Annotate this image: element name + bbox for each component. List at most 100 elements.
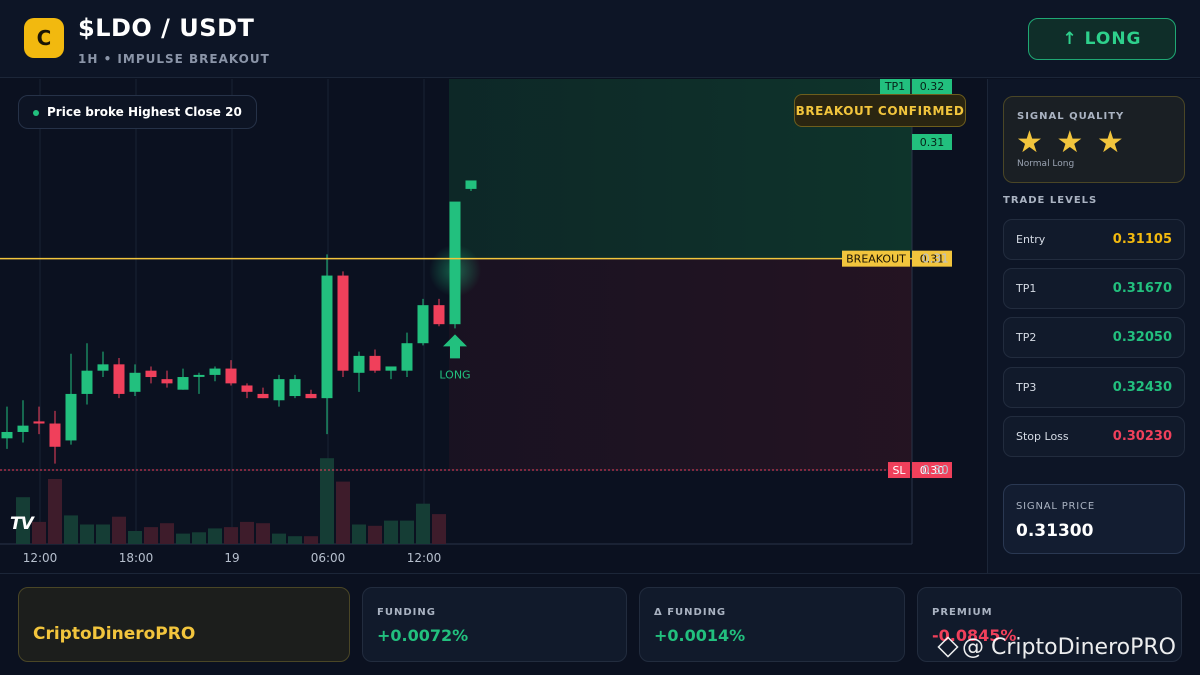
tp1-price-tag-text: 0.32 <box>920 80 945 93</box>
volume-bar <box>144 527 158 544</box>
candle-body <box>257 393 269 399</box>
current-price-tag-text: 0.31 <box>920 136 945 149</box>
signal-quality-title: SIGNAL QUALITY <box>1017 111 1125 122</box>
candle-body <box>177 377 189 390</box>
candle-body <box>1 431 13 439</box>
candle-body <box>65 393 77 441</box>
level-row-entry: Entry 0.31105 <box>1003 219 1185 260</box>
level-label: TP1 <box>1016 282 1037 295</box>
level-label: Entry <box>1016 233 1046 246</box>
candle-body <box>465 180 477 189</box>
signal-price-card: SIGNAL PRICE 0.31300 <box>1003 484 1185 554</box>
volume-bar <box>80 524 94 544</box>
trade-levels-title: TRADE LEVELS <box>1003 195 1098 206</box>
candle-body <box>113 364 125 394</box>
level-row-tp2: TP2 0.32050 <box>1003 317 1185 358</box>
chart-area[interactable]: LONG BREAKOUT 0.31 TP1 0.32 0.31 SL 0.30 0.31 0… <box>0 79 986 573</box>
funding-card: FUNDING +0.0072% <box>362 587 627 662</box>
volume-bar <box>176 533 190 544</box>
breakout-confirmed-badge: BREAKOUT CONFIRMED <box>794 94 966 127</box>
breakout-tag: BREAKOUT <box>842 250 910 267</box>
volume-bar <box>224 527 238 544</box>
stop-loss-zone <box>449 258 912 471</box>
candle-body <box>145 370 157 378</box>
candle-body <box>33 421 45 424</box>
signal-price-label: SIGNAL PRICE <box>1016 501 1095 512</box>
volume-bar <box>352 524 366 544</box>
candle-body <box>353 355 365 373</box>
sl-tag: SL <box>888 462 910 479</box>
candle-body <box>241 385 253 392</box>
volume-bar <box>336 481 350 544</box>
watermark-text: @ CriptoDineroPRO <box>962 635 1176 660</box>
candle-body <box>385 366 397 371</box>
long-signal-label: LONG <box>439 368 470 381</box>
volume-bar <box>416 503 430 544</box>
level-value: 0.30230 <box>1112 429 1172 444</box>
stat-label: Δ FUNDING <box>654 607 727 618</box>
price-tick-label: 0.30 <box>922 463 949 477</box>
tp1-price-tag: 0.32 <box>912 79 952 94</box>
watermark: @ CriptoDineroPRO <box>937 635 1176 660</box>
binance-icon <box>937 636 959 658</box>
tp1-tag: TP1 <box>880 79 910 94</box>
candle-body <box>433 305 445 325</box>
volume-bar <box>400 520 414 544</box>
price-tick-label: 0.31 <box>922 252 949 266</box>
stat-value: +0.0014% <box>654 626 746 645</box>
volume-bar <box>256 523 270 544</box>
volume-bar <box>240 521 254 544</box>
volume-bar <box>160 523 174 544</box>
volume-bar <box>32 521 46 544</box>
brand-card: CriptoDineroPRO <box>18 587 350 662</box>
level-row-stop-loss: Stop Loss 0.30230 <box>1003 416 1185 457</box>
candle-body <box>225 368 237 384</box>
level-row-tp3: TP3 0.32430 <box>1003 367 1185 408</box>
stat-label: PREMIUM <box>932 607 993 618</box>
star-rating-icon: ★ ★ ★ <box>1016 125 1126 160</box>
volume-bar <box>64 515 78 544</box>
volume-bar <box>368 525 382 544</box>
candle-body <box>417 305 429 344</box>
breakout-note: Price broke Highest Close 20 <box>18 95 257 129</box>
volume-bar <box>128 531 142 544</box>
candle-body <box>193 374 205 377</box>
time-tick-label: 12:00 <box>23 551 58 565</box>
candle-body <box>289 379 301 397</box>
candle-body <box>305 393 317 399</box>
brand-name: CriptoDineroPRO <box>33 624 196 644</box>
level-value: 0.31105 <box>1112 232 1172 247</box>
tp1-tag-text: TP1 <box>884 80 905 93</box>
candle-body <box>49 423 61 447</box>
candle-body <box>321 275 333 399</box>
level-label: Stop Loss <box>1016 430 1069 443</box>
long-button[interactable]: ↑ LONG <box>1028 18 1176 60</box>
volume-bar <box>48 479 62 544</box>
candle-body <box>161 379 173 384</box>
level-value: 0.32050 <box>1112 330 1172 345</box>
level-row-tp1: TP1 0.31670 <box>1003 268 1185 309</box>
candle-body <box>369 355 381 371</box>
time-tick-label: 12:00 <box>407 551 442 565</box>
price-chart[interactable]: LONG BREAKOUT 0.31TP1 0.320.31SL 0.30 0.310… <box>0 79 986 573</box>
volume-bar <box>320 458 334 544</box>
volume-bar <box>384 520 398 544</box>
stat-value: +0.0072% <box>377 626 469 645</box>
volume-bar <box>272 533 286 544</box>
time-tick-label: 18:00 <box>119 551 154 565</box>
candle-body <box>81 370 93 394</box>
volume-bar <box>112 516 126 544</box>
tradingview-logo-icon: TV <box>10 514 34 534</box>
level-value: 0.32430 <box>1112 380 1172 395</box>
pair-title: $LDO / USDT <box>78 14 255 42</box>
volume-bar <box>208 528 222 544</box>
time-tick-label: 19 <box>224 551 239 565</box>
volume-bar <box>304 536 318 544</box>
signal-sidebar: SIGNAL QUALITY ★ ★ ★ Normal Long TRADE L… <box>987 79 1200 573</box>
candle-body <box>401 343 413 371</box>
candle-body <box>273 379 285 401</box>
coin-logo-icon: C <box>24 18 64 58</box>
signal-quality-subtitle: Normal Long <box>1017 159 1075 169</box>
volume-bar <box>432 514 446 544</box>
signal-quality-card: SIGNAL QUALITY ★ ★ ★ Normal Long <box>1003 96 1185 183</box>
